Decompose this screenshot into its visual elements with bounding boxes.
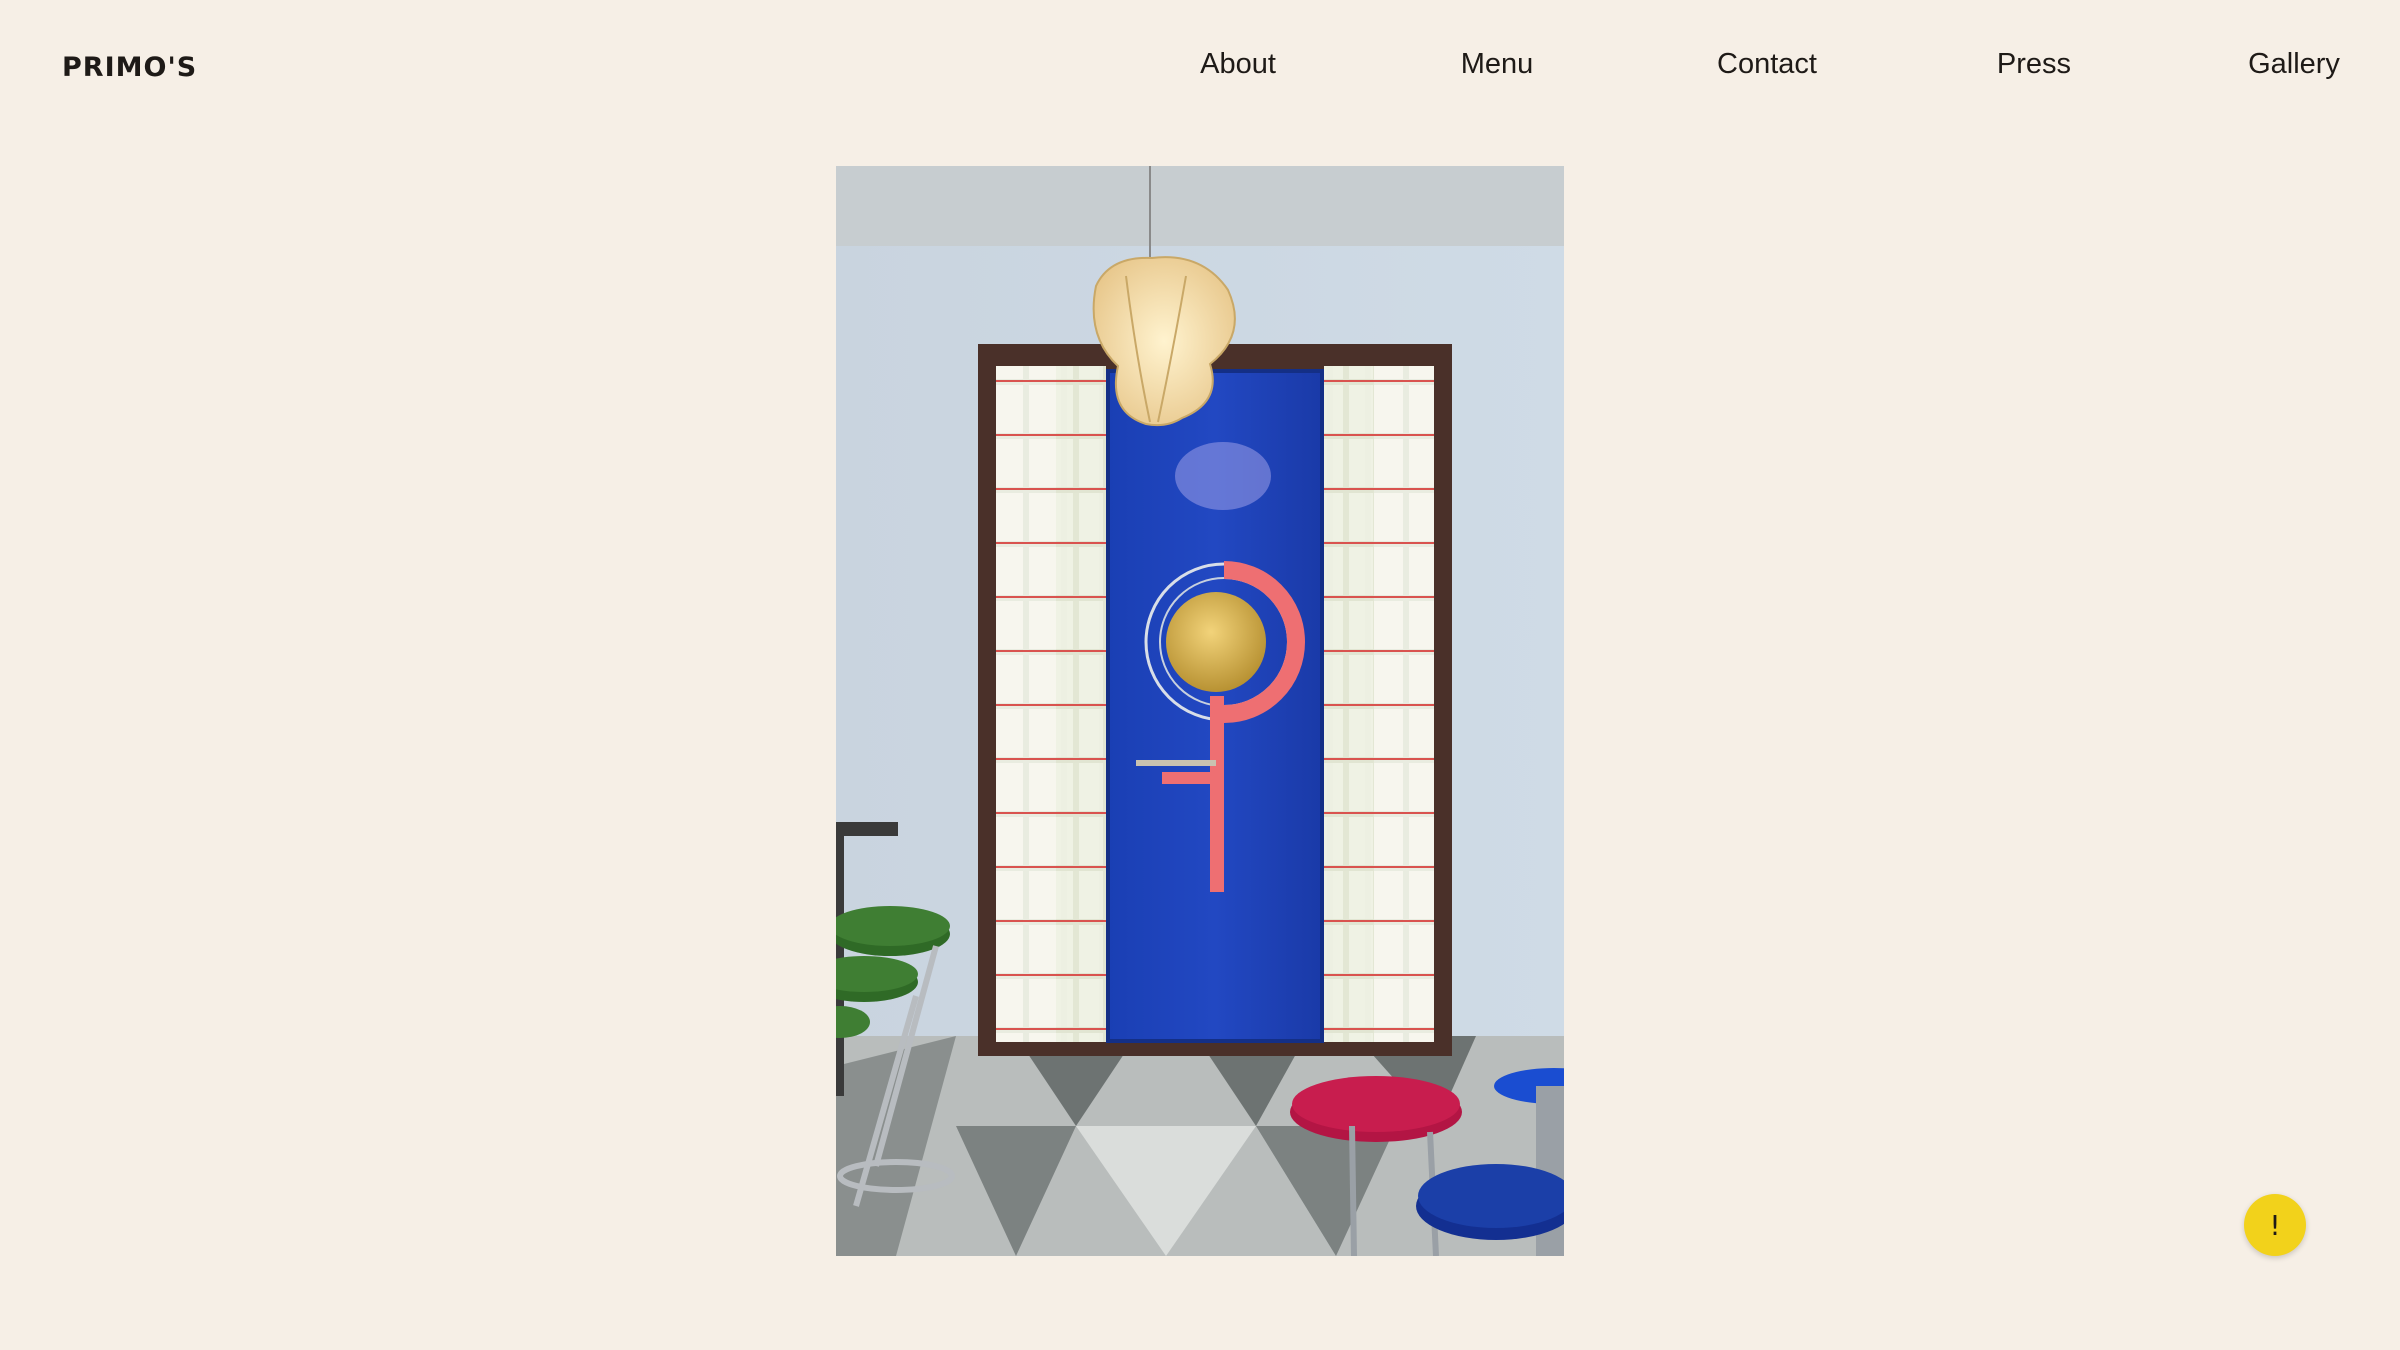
site-header: PRIMO'S About Menu Contact Press Gallery [0, 0, 2400, 135]
nav-item-gallery[interactable]: Gallery [2248, 48, 2340, 81]
alert-button[interactable]: ! [2244, 1194, 2306, 1256]
hero-photo [836, 166, 1564, 1256]
restaurant-door-illustration [836, 166, 1564, 1256]
nav-item-about[interactable]: About [1200, 48, 1276, 81]
nav-item-contact[interactable]: Contact [1717, 48, 1817, 81]
nav-item-menu[interactable]: Menu [1461, 48, 1534, 81]
main-nav: About Menu Contact Press Gallery [0, 48, 2400, 88]
nav-item-press[interactable]: Press [1997, 48, 2071, 81]
